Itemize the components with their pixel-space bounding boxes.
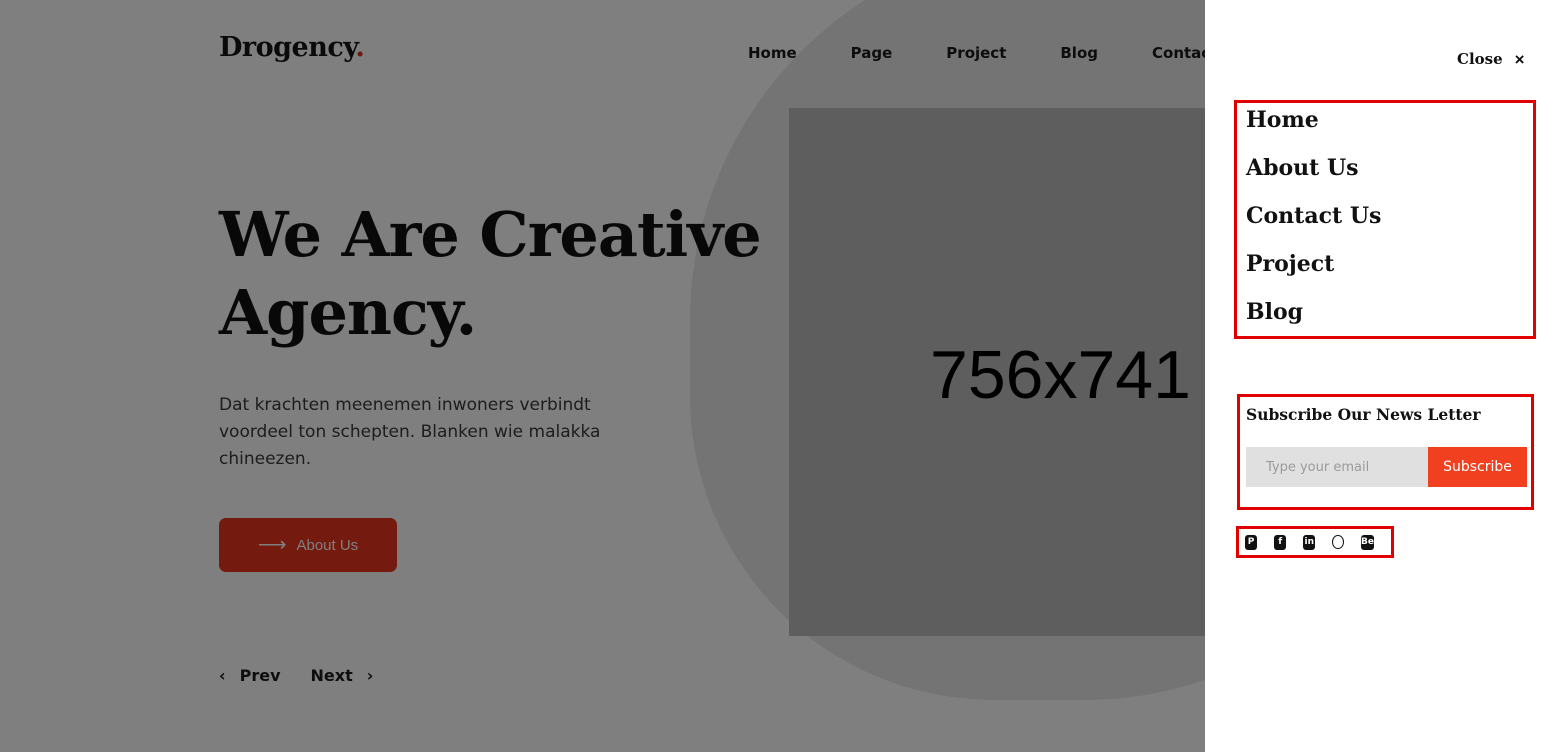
subscribe-button[interactable]: Subscribe (1428, 447, 1527, 487)
email-input[interactable] (1246, 447, 1428, 487)
close-label: Close (1457, 50, 1503, 68)
newsletter-box: Subscribe Our News Letter Subscribe (1237, 394, 1534, 510)
close-button[interactable]: Close × (1457, 50, 1525, 68)
close-icon: × (1514, 49, 1525, 69)
facebook-icon[interactable]: f (1274, 534, 1287, 550)
behance-icon[interactable]: Be (1361, 534, 1374, 550)
drawer-menu-item-contact[interactable]: Contact Us (1246, 203, 1381, 229)
drawer-menu: Home About Us Contact Us Project Blog (1234, 100, 1536, 339)
drawer-menu-item-project[interactable]: Project (1246, 251, 1334, 277)
pinterest-icon[interactable]: P (1245, 534, 1258, 550)
linkedin-icon[interactable]: in (1303, 534, 1316, 550)
dribbble-icon[interactable] (1332, 535, 1345, 549)
social-links: P f in Be (1236, 526, 1394, 558)
drawer-menu-item-home[interactable]: Home (1246, 107, 1319, 133)
newsletter-title: Subscribe Our News Letter (1246, 405, 1481, 424)
drawer-menu-item-about[interactable]: About Us (1246, 155, 1359, 181)
drawer-menu-item-blog[interactable]: Blog (1246, 299, 1303, 325)
side-drawer: Close × Home About Us Contact Us Project… (1205, 0, 1565, 752)
